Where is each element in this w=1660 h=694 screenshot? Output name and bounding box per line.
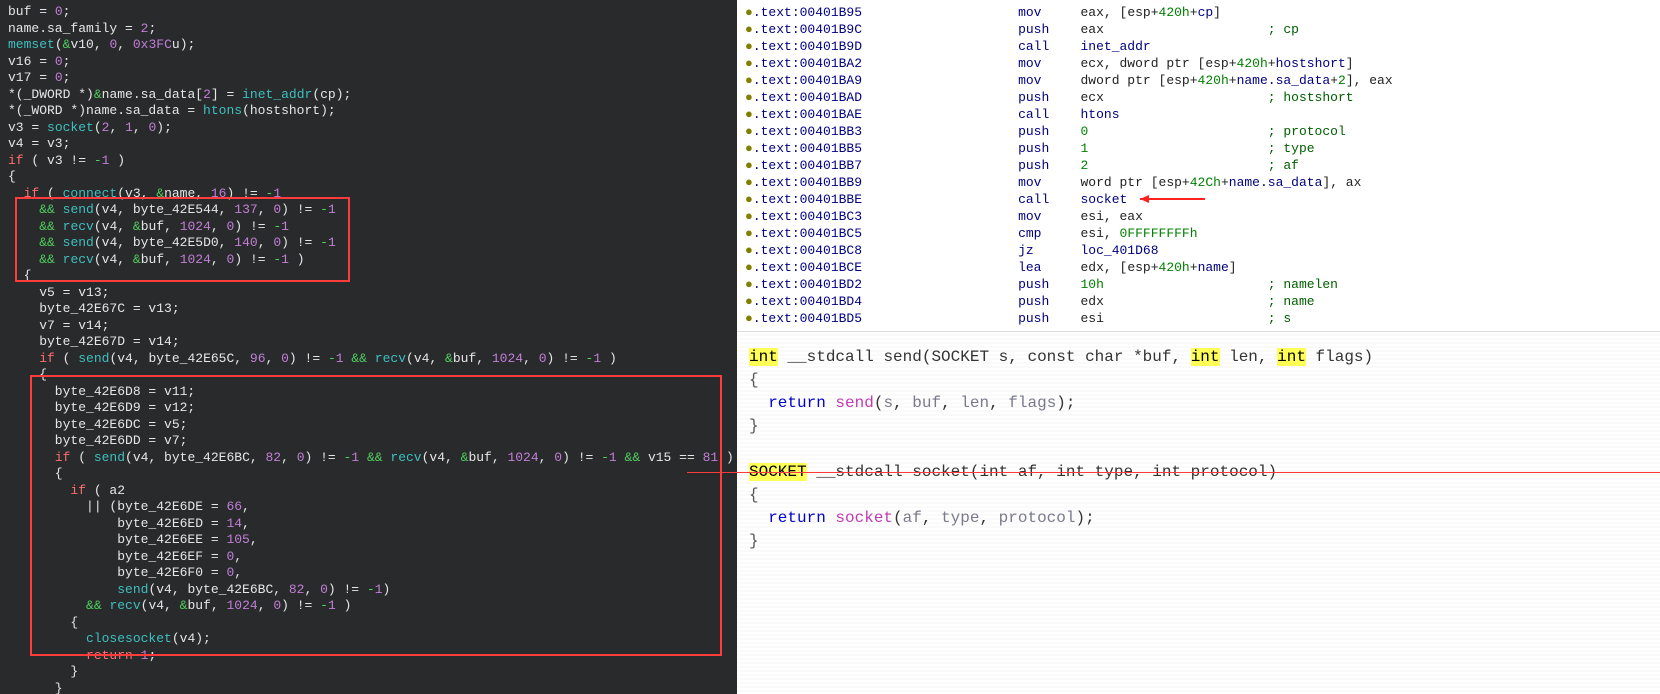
code-line[interactable]: byte_42E6DD = v7; (8, 433, 729, 450)
disasm-row[interactable]: ●.text:00401BC5 cmp esi, 0FFFFFFFFh (745, 225, 1660, 242)
code-line[interactable]: if ( send(v4, byte_42E65C, 96, 0) != -1 … (8, 351, 729, 368)
code-line[interactable]: byte_42E6DC = v5; (8, 417, 729, 434)
disasm-row[interactable]: ●.text:00401BD4 push edx ; name (745, 293, 1660, 310)
brace-open: { (749, 369, 1648, 392)
code-line[interactable]: byte_42E67D = v14; (8, 334, 729, 351)
brace-close: } (749, 415, 1648, 438)
code-line[interactable]: { (8, 169, 729, 186)
send-signature: int __stdcall send(SOCKET s, const char … (749, 346, 1648, 369)
code-line[interactable]: byte_42E6D8 = v11; (8, 384, 729, 401)
code-line[interactable]: v4 = v3; (8, 136, 729, 153)
disasm-row[interactable]: ●.text:00401BA9 mov dword ptr [esp+420h+… (745, 72, 1660, 89)
code-line[interactable]: byte_42E6F0 = 0, (8, 565, 729, 582)
code-line[interactable]: { (8, 615, 729, 632)
code-line[interactable]: } (8, 681, 729, 694)
code-line[interactable]: *(_DWORD *)&name.sa_data[2] = inet_addr(… (8, 87, 729, 104)
code-line[interactable]: byte_42E6EE = 105, (8, 532, 729, 549)
send-body: return send(s, buf, len, flags); (749, 392, 1648, 415)
code-line[interactable]: v16 = 0; (8, 54, 729, 71)
code-line[interactable]: if ( connect(v3, &name, 16) != -1 (8, 186, 729, 203)
disasm-row[interactable]: ●.text:00401BC3 mov esi, eax (745, 208, 1660, 225)
code-line[interactable]: return 1; (8, 648, 729, 665)
code-line[interactable]: v3 = socket(2, 1, 0); (8, 120, 729, 137)
code-line[interactable]: if ( v3 != -1 ) (8, 153, 729, 170)
code-line[interactable]: v7 = v14; (8, 318, 729, 335)
separator-red-line (687, 472, 1660, 473)
code-line[interactable]: byte_42E6D9 = v12; (8, 400, 729, 417)
code-line[interactable]: if ( send(v4, byte_42E6BC, 82, 0) != -1 … (8, 450, 729, 467)
disasm-row[interactable]: ●.text:00401BC8 jz loc_401D68 (745, 242, 1660, 259)
disasm-row[interactable]: ●.text:00401BBE call socket (745, 191, 1660, 208)
code-line[interactable]: *(_WORD *)name.sa_data = htons(hostshort… (8, 103, 729, 120)
code-line[interactable]: && recv(v4, &buf, 1024, 0) != -1 ) (8, 598, 729, 615)
code-line[interactable]: byte_42E6EF = 0, (8, 549, 729, 566)
blank-line (749, 438, 1648, 461)
code-line[interactable]: name.sa_family = 2; (8, 21, 729, 38)
code-line[interactable]: || (byte_42E6DE = 66, (8, 499, 729, 516)
signatures-pane[interactable]: int __stdcall send(SOCKET s, const char … (737, 332, 1660, 694)
decompiler-code[interactable]: buf = 0;name.sa_family = 2;memset(&v10, … (8, 4, 729, 694)
disasm-row[interactable]: ●.text:00401BB9 mov word ptr [esp+42Ch+n… (745, 174, 1660, 191)
code-line[interactable]: closesocket(v4); (8, 631, 729, 648)
disasm-row[interactable]: ●.text:00401BCE lea edx, [esp+420h+name] (745, 259, 1660, 276)
code-line[interactable]: { (8, 466, 729, 483)
decompiler-pane[interactable]: buf = 0;name.sa_family = 2;memset(&v10, … (0, 0, 737, 694)
code-line[interactable]: buf = 0; (8, 4, 729, 21)
code-line[interactable]: } (8, 664, 729, 681)
code-line[interactable]: { (8, 367, 729, 384)
disassembly-listing[interactable]: ●.text:00401B95 mov eax, [esp+420h+cp]●.… (737, 0, 1660, 332)
code-line[interactable]: { (8, 268, 729, 285)
code-line[interactable]: v5 = v13; (8, 285, 729, 302)
socket-body: return socket(af, type, protocol); (749, 507, 1648, 530)
code-line[interactable]: && recv(v4, &buf, 1024, 0) != -1 ) (8, 252, 729, 269)
code-line[interactable]: if ( a2 (8, 483, 729, 500)
code-line[interactable]: && send(v4, byte_42E544, 137, 0) != -1 (8, 202, 729, 219)
disasm-row[interactable]: ●.text:00401BB5 push 1 ; type (745, 140, 1660, 157)
disasm-row[interactable]: ●.text:00401BAE call htons (745, 106, 1660, 123)
brace-close: } (749, 530, 1648, 553)
disasm-row[interactable]: ●.text:00401B95 mov eax, [esp+420h+cp] (745, 4, 1660, 21)
code-line[interactable]: send(v4, byte_42E6BC, 82, 0) != -1) (8, 582, 729, 599)
brace-open: { (749, 484, 1648, 507)
code-line[interactable]: v17 = 0; (8, 70, 729, 87)
disasm-row[interactable]: ●.text:00401BD2 push 10h ; namelen (745, 276, 1660, 293)
code-line[interactable]: && recv(v4, &buf, 1024, 0) != -1 (8, 219, 729, 236)
disasm-row[interactable]: ●.text:00401BD5 push esi ; s (745, 310, 1660, 327)
code-line[interactable]: memset(&v10, 0, 0x3FCu); (8, 37, 729, 54)
code-line[interactable]: byte_42E67C = v13; (8, 301, 729, 318)
disasm-row[interactable]: ●.text:00401B9D call inet_addr (745, 38, 1660, 55)
arrow-icon (1135, 195, 1215, 205)
disasm-row[interactable]: ●.text:00401BB7 push 2 ; af (745, 157, 1660, 174)
code-line[interactable]: && send(v4, byte_42E5D0, 140, 0) != -1 (8, 235, 729, 252)
disasm-row[interactable]: ●.text:00401B9C push eax ; cp (745, 21, 1660, 38)
disasm-row[interactable]: ●.text:00401BAD push ecx ; hostshort (745, 89, 1660, 106)
right-pane: ●.text:00401B95 mov eax, [esp+420h+cp]●.… (737, 0, 1660, 694)
code-line[interactable]: byte_42E6ED = 14, (8, 516, 729, 533)
disasm-row[interactable]: ●.text:00401BA2 mov ecx, dword ptr [esp+… (745, 55, 1660, 72)
disasm-row[interactable]: ●.text:00401BB3 push 0 ; protocol (745, 123, 1660, 140)
